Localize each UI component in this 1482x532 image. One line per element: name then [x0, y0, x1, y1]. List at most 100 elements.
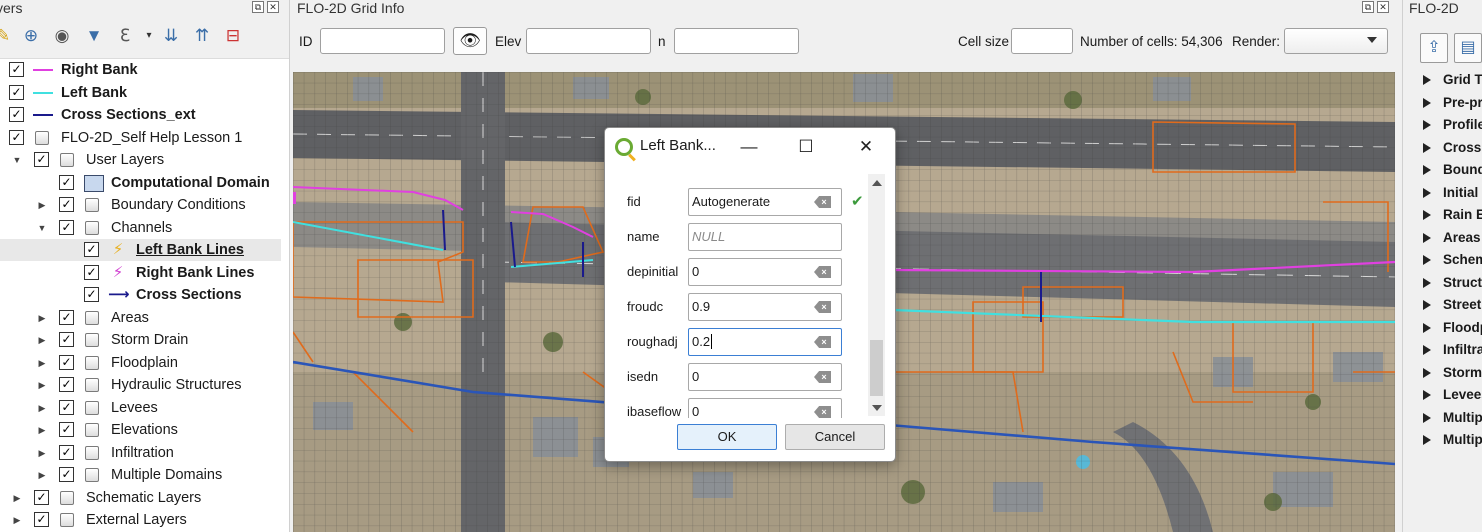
group-channels[interactable]: ▼ ✓ Channels: [0, 217, 280, 239]
filter-icon[interactable]: ▼: [83, 25, 105, 47]
form-scrollbar[interactable]: [868, 174, 885, 416]
flo-item[interactable]: Floodp: [1423, 317, 1482, 339]
eye-icon[interactable]: ◉: [51, 25, 73, 47]
float-panel-button[interactable]: ⧉: [252, 1, 264, 13]
chevron-down-icon[interactable]: ▼: [37, 217, 47, 239]
style-icon[interactable]: ✎: [0, 25, 14, 47]
chevron-right-icon[interactable]: ▶: [12, 487, 22, 509]
clear-icon[interactable]: ×: [814, 336, 831, 348]
layer-checkbox[interactable]: ✓: [34, 490, 49, 505]
layer-checkbox[interactable]: ✓: [34, 512, 49, 527]
eye-button[interactable]: 👁: [453, 27, 487, 55]
scrollbar-thumb[interactable]: [870, 340, 883, 396]
close-icon[interactable]: ✕: [855, 136, 877, 158]
group-infiltration[interactable]: ▶ ✓ Infiltration: [0, 442, 280, 464]
layer-checkbox[interactable]: ✓: [84, 242, 99, 257]
layer-left-bank-lines[interactable]: ✓ ⚡ Left Bank Lines: [0, 239, 281, 261]
flo-item[interactable]: Schem: [1423, 249, 1482, 271]
expression-filter-icon[interactable]: ℇ: [114, 25, 136, 47]
layer-checkbox[interactable]: ✓: [59, 400, 74, 415]
flo-item[interactable]: Bound: [1423, 159, 1482, 181]
scroll-up-icon[interactable]: [872, 180, 882, 186]
layer-checkbox[interactable]: ✓: [9, 107, 24, 122]
layer-cross-sections-ext[interactable]: ✓ Cross Sections_ext: [0, 104, 280, 126]
flo-item[interactable]: Multip: [1423, 429, 1482, 451]
scroll-down-icon[interactable]: [872, 405, 882, 411]
group-user-layers[interactable]: ▼ ✓ User Layers: [0, 149, 280, 171]
roughadj-input[interactable]: 0.2 ×: [688, 328, 842, 356]
collapse-all-icon[interactable]: ⇈: [191, 25, 213, 47]
flo-item[interactable]: Areas: [1423, 227, 1482, 249]
layer-right-bank-lines[interactable]: ✓ ⚡ Right Bank Lines: [0, 262, 280, 284]
layer-computational-domain[interactable]: ✓ Computational Domain: [0, 172, 280, 194]
flo-item[interactable]: Rain E: [1423, 204, 1482, 226]
chevron-down-icon[interactable]: ▼: [12, 149, 22, 171]
flo-item[interactable]: Levees: [1423, 384, 1482, 406]
froudc-input[interactable]: 0.9 ×: [688, 293, 842, 321]
flo-item[interactable]: Cross S: [1423, 137, 1482, 159]
chevron-right-icon[interactable]: ▶: [37, 419, 47, 441]
table-tool-button[interactable]: ▤: [1454, 33, 1482, 63]
layer-checkbox[interactable]: ✓: [59, 175, 74, 190]
name-input[interactable]: NULL: [688, 223, 842, 251]
depinitial-input[interactable]: 0 ×: [688, 258, 842, 286]
group-schematic-layers[interactable]: ▶ ✓ Schematic Layers: [0, 487, 280, 509]
group-elevations[interactable]: ▶ ✓ Elevations: [0, 419, 280, 441]
clear-icon[interactable]: ×: [814, 196, 831, 208]
minimize-icon[interactable]: —: [738, 136, 760, 158]
layer-checkbox[interactable]: ✓: [9, 130, 24, 145]
n-input[interactable]: [674, 28, 799, 54]
close-panel-button[interactable]: ✕: [267, 1, 279, 13]
id-input[interactable]: [320, 28, 445, 54]
group-areas[interactable]: ▶ ✓ Areas: [0, 307, 280, 329]
group-external-layers[interactable]: ▶ ✓ External Layers: [0, 509, 280, 531]
chevron-right-icon[interactable]: ▶: [37, 352, 47, 374]
remove-layer-icon[interactable]: ⊟: [222, 25, 244, 47]
chevron-right-icon[interactable]: ▶: [37, 397, 47, 419]
layer-checkbox[interactable]: ✓: [59, 220, 74, 235]
ibaseflow-input[interactable]: 0 ×: [688, 398, 842, 418]
group-levees[interactable]: ▶ ✓ Levees: [0, 397, 280, 419]
layer-checkbox[interactable]: ✓: [59, 197, 74, 212]
group-storm-drain[interactable]: ▶ ✓ Storm Drain: [0, 329, 280, 351]
layer-cross-sections[interactable]: ✓ ⟶ Cross Sections: [0, 284, 280, 306]
upload-tool-button[interactable]: ⇪: [1420, 33, 1448, 63]
cell-size-input[interactable]: [1011, 28, 1073, 54]
layer-checkbox[interactable]: ✓: [59, 467, 74, 482]
clear-icon[interactable]: ×: [814, 371, 831, 383]
layer-checkbox[interactable]: ✓: [84, 265, 99, 280]
expand-all-icon[interactable]: ⇊: [160, 25, 182, 47]
flo-item[interactable]: Profile: [1423, 114, 1482, 136]
layer-right-bank[interactable]: ✓ Right Bank: [0, 59, 280, 81]
group-flo2d-lesson[interactable]: ✓ FLO-2D_Self Help Lesson 1: [0, 127, 280, 149]
flo-item[interactable]: Structu: [1423, 272, 1482, 294]
clear-icon[interactable]: ×: [814, 266, 831, 278]
render-select[interactable]: [1284, 28, 1388, 54]
layer-checkbox[interactable]: ✓: [84, 287, 99, 302]
fid-input[interactable]: Autogenerate ×: [688, 188, 842, 216]
chevron-right-icon[interactable]: ▶: [37, 464, 47, 486]
layer-checkbox[interactable]: ✓: [59, 310, 74, 325]
flo-item[interactable]: Grid To: [1423, 69, 1482, 91]
clear-icon[interactable]: ×: [814, 406, 831, 418]
elev-input[interactable]: [526, 28, 651, 54]
isedn-input[interactable]: 0 ×: [688, 363, 842, 391]
layer-left-bank[interactable]: ✓ Left Bank: [0, 82, 280, 104]
layer-checkbox[interactable]: ✓: [9, 62, 24, 77]
group-floodplain[interactable]: ▶ ✓ Floodplain: [0, 352, 280, 374]
float-panel-button[interactable]: ⧉: [1362, 1, 1374, 13]
layer-checkbox[interactable]: ✓: [59, 355, 74, 370]
chevron-right-icon[interactable]: ▶: [37, 194, 47, 216]
chevron-down-icon[interactable]: ▾: [138, 25, 160, 47]
flo-item[interactable]: Infiltra: [1423, 339, 1482, 361]
chevron-right-icon[interactable]: ▶: [37, 374, 47, 396]
group-boundary-conditions[interactable]: ▶ ✓ Boundary Conditions: [0, 194, 280, 216]
layer-checkbox[interactable]: ✓: [59, 377, 74, 392]
maximize-icon[interactable]: ☐: [795, 136, 817, 158]
cancel-button[interactable]: Cancel: [785, 424, 885, 450]
flo-item[interactable]: Storm: [1423, 362, 1482, 384]
close-panel-button[interactable]: ✕: [1377, 1, 1389, 13]
chevron-right-icon[interactable]: ▶: [12, 509, 22, 531]
chevron-right-icon[interactable]: ▶: [37, 442, 47, 464]
dialog-titlebar[interactable]: Left Bank... — ☐ ✕: [605, 128, 895, 166]
